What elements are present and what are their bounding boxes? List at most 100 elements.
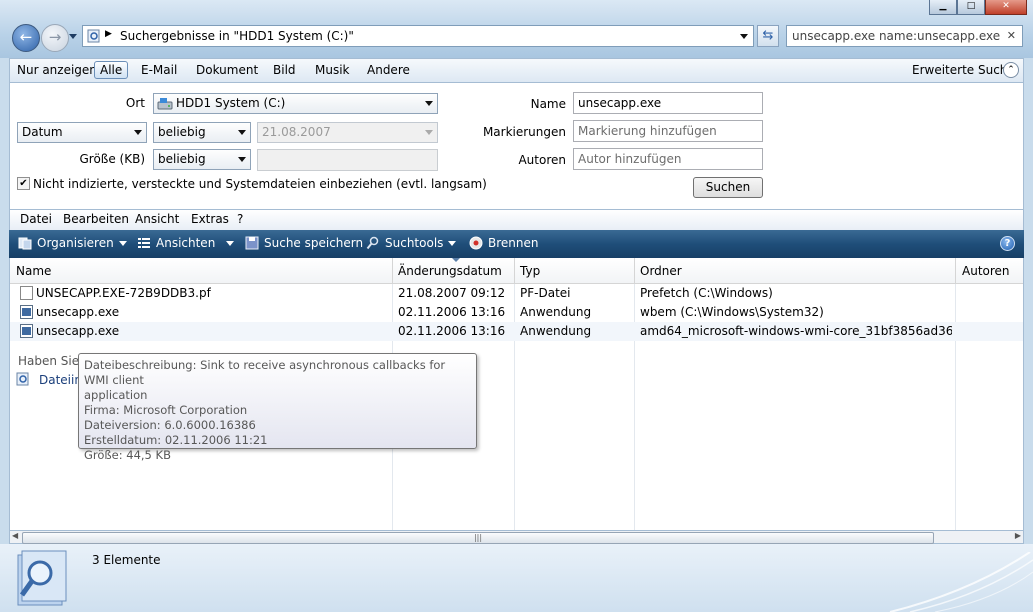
tags-label: Markierungen (482, 125, 566, 139)
tooltip-description-cont: application (84, 388, 148, 402)
organize-icon (18, 237, 32, 250)
location-select[interactable]: HDD1 System (C:) (153, 93, 438, 114)
minimize-button[interactable]: ▁ (929, 0, 957, 15)
date-mode-select[interactable]: beliebig (153, 122, 251, 143)
views-label: Ansichten (156, 236, 216, 250)
filter-all[interactable]: Alle (94, 61, 129, 79)
column-authors[interactable]: Autoren (962, 264, 1010, 278)
tooltip-company: Firma: Microsoft Corporation (84, 403, 248, 417)
date-field-value: Datum (22, 125, 63, 139)
details-pane: 3 Elemente (0, 544, 1033, 612)
refresh-button[interactable]: ⇆ (757, 25, 779, 47)
filter-document[interactable]: Dokument (196, 63, 258, 77)
menu-bar: Datei Bearbeiten Ansicht Extras ? (9, 210, 1024, 230)
column-type[interactable]: Typ (520, 264, 540, 278)
menu-tools[interactable]: Extras (191, 212, 229, 226)
tags-field[interactable]: Markierung hinzufügen (573, 120, 763, 142)
row-date: 02.11.2006 13:16 (398, 324, 506, 338)
row-name: unsecapp.exe (36, 324, 120, 338)
filter-bar: Nur anzeigen: Alle E-Mail Dokument Bild … (9, 58, 1024, 83)
row-date: 02.11.2006 13:16 (398, 305, 506, 319)
date-mode-value: beliebig (158, 125, 206, 139)
menu-file[interactable]: Datei (20, 212, 52, 226)
search-tools-icon (366, 236, 379, 250)
search-tools-button[interactable]: Suchtools (366, 236, 457, 250)
filter-music[interactable]: Musik (315, 63, 350, 77)
menu-edit[interactable]: Bearbeiten (63, 212, 129, 226)
save-search-button[interactable]: Suche speichern (245, 236, 363, 250)
scrollbar-thumb[interactable]: ||| (22, 532, 934, 544)
scroll-right-icon[interactable]: ▶ (1015, 531, 1021, 540)
search-query-text: unsecapp.exe name:unsecapp.exe (792, 29, 1001, 43)
size-mode-select[interactable]: beliebig (153, 149, 251, 170)
column-folder[interactable]: Ordner (640, 264, 682, 278)
clear-search-icon[interactable]: ✕ (1007, 29, 1016, 42)
refresh-icon: ⇆ (762, 28, 774, 43)
forward-button[interactable]: → (41, 24, 69, 52)
sort-indicator-icon (452, 258, 460, 262)
tooltip-version: Dateiversion: 6.0.6000.16386 (84, 418, 256, 432)
views-button[interactable]: Ansichten (137, 236, 235, 250)
row-type: Anwendung (520, 324, 592, 338)
search-tools-label: Suchtools (385, 236, 444, 250)
include-hidden-label: Nicht indizierte, versteckte und Systemd… (33, 177, 487, 191)
column-date[interactable]: Änderungsdatum (398, 264, 502, 278)
advanced-search-toggle[interactable]: Erweiterte Suche (912, 63, 1015, 77)
address-dropdown-icon[interactable] (740, 34, 748, 39)
row-name: unsecapp.exe (36, 305, 120, 319)
breadcrumb[interactable]: Suchergebnisse in "HDD1 System (C:)" (120, 29, 354, 43)
address-bar[interactable]: ▶ Suchergebnisse in "HDD1 System (C:)" (82, 25, 754, 47)
row-type: PF-Datei (520, 286, 571, 300)
help-icon[interactable]: ? (1000, 236, 1015, 251)
row-name: UNSECAPP.EXE-72B9DDB3.pf (36, 286, 211, 300)
window-controls: ▁ □ ✕ (929, 0, 1027, 15)
maximize-button[interactable]: □ (957, 0, 985, 15)
size-input[interactable] (257, 149, 438, 171)
decorative-swoosh (889, 552, 1033, 612)
save-icon (245, 236, 259, 250)
horizontal-scrollbar[interactable]: ◀ ||| ▶ (9, 530, 1024, 544)
authors-label: Autoren (518, 153, 566, 167)
close-button[interactable]: ✕ (985, 0, 1027, 15)
back-button[interactable]: ← (12, 24, 40, 52)
menu-view[interactable]: Ansicht (135, 212, 179, 226)
scroll-left-icon[interactable]: ◀ (12, 531, 18, 540)
name-field[interactable]: unsecapp.exe (573, 92, 763, 114)
location-label: Ort (125, 96, 145, 110)
burn-icon (469, 236, 483, 250)
date-field-select[interactable]: Datum (17, 122, 147, 143)
drive-icon (157, 98, 173, 110)
search-button[interactable]: Suchen (693, 177, 763, 198)
organize-dropdown-icon (118, 240, 127, 246)
filter-other[interactable]: Andere (367, 63, 410, 77)
organize-button[interactable]: Organisieren (18, 236, 127, 250)
search-tools-dropdown-icon (448, 240, 457, 246)
table-row[interactable]: UNSECAPP.EXE-72B9DDB3.pf 21.08.2007 09:1… (10, 284, 1023, 303)
include-hidden-checkbox[interactable]: ✔ (17, 177, 30, 190)
column-name[interactable]: Name (16, 264, 51, 278)
table-row[interactable]: unsecapp.exe 02.11.2006 13:16 Anwendung … (10, 322, 1023, 341)
date-value: 21.08.2007 (262, 125, 331, 139)
date-picker[interactable]: 21.08.2007 (257, 122, 438, 143)
authors-field[interactable]: Autor hinzufügen (573, 148, 763, 170)
filter-image[interactable]: Bild (273, 63, 296, 77)
tooltip-description: Dateibeschreibung: Sink to receive async… (84, 358, 446, 387)
menu-help[interactable]: ? (237, 212, 243, 226)
row-type: Anwendung (520, 305, 592, 319)
views-icon (138, 238, 150, 248)
table-row[interactable]: unsecapp.exe 02.11.2006 13:16 Anwendung … (10, 303, 1023, 322)
row-folder: amd64_microsoft-windows-wmi-core_31bf385… (640, 324, 952, 338)
breadcrumb-chevron-icon[interactable]: ▶ (105, 29, 112, 39)
application-icon (20, 305, 33, 319)
views-dropdown-icon (226, 240, 235, 246)
index-link[interactable]: Dateiin (39, 373, 82, 387)
recent-pages-dropdown[interactable] (69, 34, 77, 39)
filter-email[interactable]: E-Mail (141, 63, 177, 77)
burn-button[interactable]: Brennen (469, 236, 538, 250)
tooltip-size: Größe: 44,5 KB (84, 448, 171, 462)
search-input[interactable]: unsecapp.exe name:unsecapp.exe ✕ (786, 25, 1023, 47)
advanced-search-pane: Ort HDD1 System (C:) Datum beliebig 21.0… (9, 83, 1024, 210)
row-folder: wbem (C:\Windows\System32) (640, 305, 824, 319)
search-folder-icon (87, 29, 100, 43)
collapse-icon[interactable]: ⌃ (1003, 62, 1019, 78)
